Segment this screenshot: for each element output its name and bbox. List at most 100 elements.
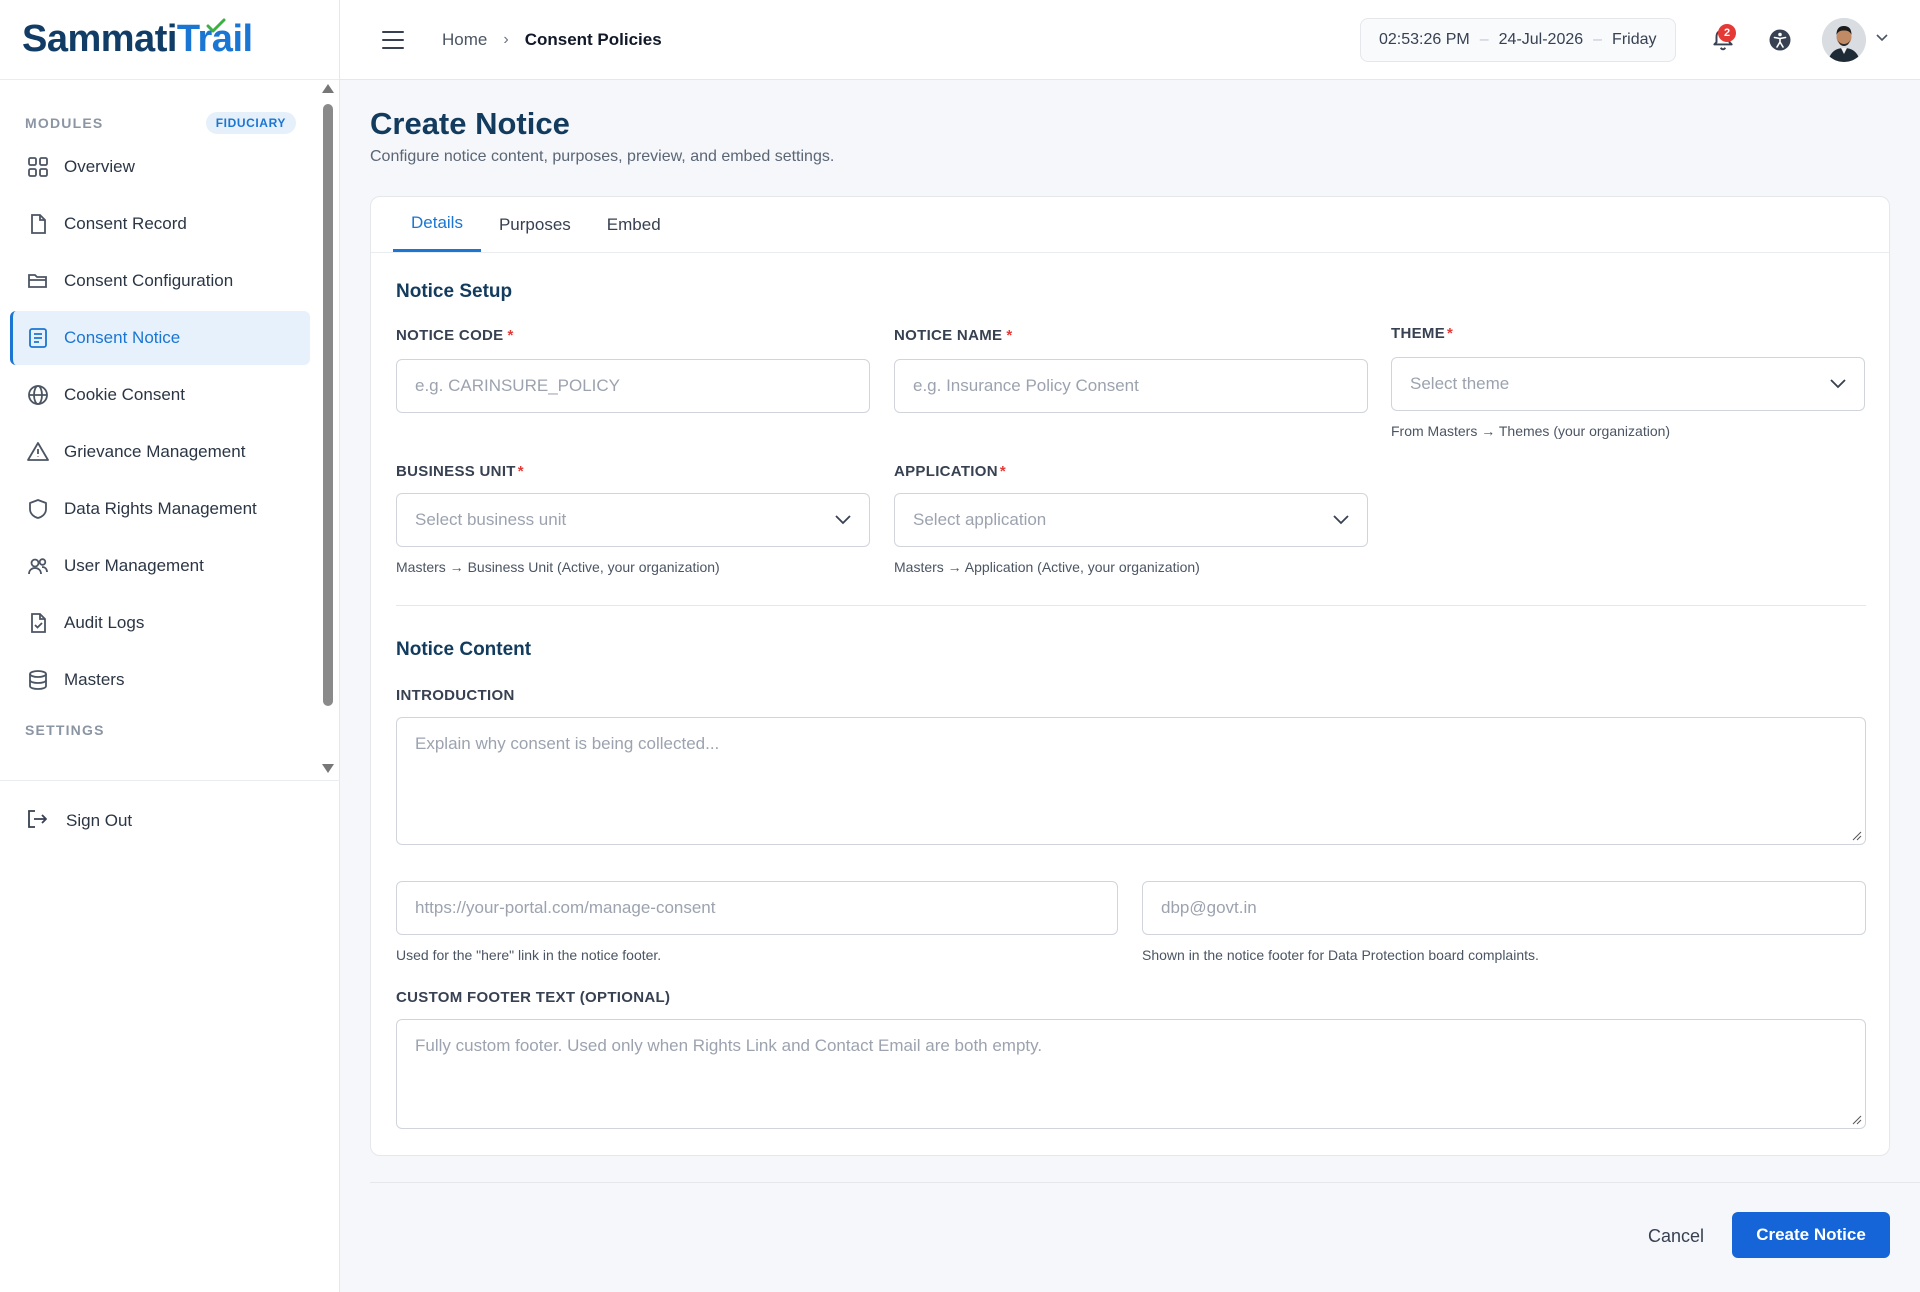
business-unit-select[interactable]: Select business unit [396,493,870,547]
fiduciary-badge: FIDUCIARY [205,112,296,134]
custom-footer-label: CUSTOM FOOTER TEXT (OPTIONAL) [396,989,671,1006]
introduction-textarea[interactable]: Explain why consent is being collected..… [396,717,1866,845]
sidebar-item-consent-configuration[interactable]: Consent Configuration [10,254,310,308]
notice-setup-title: Notice Setup [396,281,513,302]
theme-select[interactable]: Select theme [1391,357,1865,411]
sidebar-nav: MODULES FIDUCIARY Overview Consent Recor… [0,80,340,780]
avatar[interactable] [1822,18,1866,62]
scroll-down-arrow-icon[interactable] [322,764,334,773]
notice-form-card: Details Purposes Embed Notice Setup NOTI… [370,196,1890,1156]
notice-name-label-text: NOTICE NAME [894,327,1003,344]
chevron-down-icon[interactable] [1876,34,1888,42]
sidebar-item-label: Grievance Management [64,442,246,461]
resize-handle-icon[interactable] [1852,831,1862,841]
warning-icon [26,440,50,464]
sidebar-footer: Sign Out [0,780,340,861]
theme-label: THEME * [1391,325,1453,342]
sidebar-item-label: Data Rights Management [64,499,257,518]
notice-code-label-text: NOTICE CODE [396,327,504,344]
tab-details[interactable]: Details [393,197,481,252]
required-marker: * [517,463,524,480]
menu-toggle-icon[interactable] [382,30,404,49]
contact-email-hint: Shown in the notice footer for Data Prot… [1142,947,1539,963]
contact-email-input[interactable]: dbp@govt.in [1142,881,1866,935]
modules-title: MODULES [25,115,104,131]
sidebar-item-data-rights-management[interactable]: Data Rights Management [10,482,310,536]
business-unit-label-text: BUSINESS UNIT [396,463,516,480]
required-marker: * [507,327,514,344]
notice-icon [26,326,50,350]
sign-out-button[interactable]: Sign Out [0,781,340,861]
rights-link-input[interactable]: https://your-portal.com/manage-consent [396,881,1118,935]
business-unit-hint: Masters → Business Unit (Active, your or… [396,559,720,575]
sidebar-item-grievance-management[interactable]: Grievance Management [10,425,310,479]
notification-count-badge: 2 [1718,24,1736,42]
theme-placeholder: Select theme [1410,374,1510,393]
sidebar-item-label: Overview [64,157,135,176]
sidebar-item-label: Masters [64,670,125,689]
rights-link-placeholder: https://your-portal.com/manage-consent [415,898,716,917]
sign-out-label: Sign Out [66,811,133,830]
shield-icon [26,497,50,521]
globe-icon [26,383,50,407]
sidebar-scrollbar[interactable] [322,84,336,778]
sidebar-item-user-management[interactable]: User Management [10,539,310,593]
application-hint: Masters → Application (Active, your orga… [894,559,1200,575]
top-header: Home › Consent Policies 02:53:26 PM – 24… [340,0,1920,80]
file-icon [26,212,50,236]
sidebar-item-label: Consent Record [64,214,187,233]
page-title: Create Notice [370,106,570,141]
file-check-icon [26,611,50,635]
business-unit-label: BUSINESS UNIT * [396,463,524,480]
sidebar: SammatiTrail MODULES FIDUCIARY Overview … [0,0,340,1292]
chevron-down-icon [835,515,851,525]
date-text: 24-Jul-2026 [1498,31,1584,48]
actions-divider [370,1182,1920,1183]
required-marker: * [1447,325,1454,342]
sidebar-item-label: Consent Notice [64,328,181,347]
notice-name-input[interactable]: e.g. Insurance Policy Consent [894,359,1368,413]
scrollbar-thumb[interactable] [323,104,333,706]
sidebar-item-cookie-consent[interactable]: Cookie Consent [10,368,310,422]
sidebar-item-consent-record[interactable]: Consent Record [10,197,310,251]
brand-check-icon [206,18,226,33]
contact-email-placeholder: dbp@govt.in [1161,898,1257,917]
resize-handle-icon[interactable] [1852,1115,1862,1125]
required-marker: * [1006,327,1013,344]
folder-icon [26,269,50,293]
custom-footer-textarea[interactable]: Fully custom footer. Used only when Righ… [396,1019,1866,1129]
sidebar-item-label: Audit Logs [64,613,145,632]
notice-name-label: NOTICE NAME * [894,327,1012,344]
sidebar-item-consent-notice[interactable]: Consent Notice [10,311,310,365]
tab-embed[interactable]: Embed [589,197,679,253]
users-icon [26,554,50,578]
page-subtitle: Configure notice content, purposes, prev… [370,148,835,165]
notice-code-input[interactable]: e.g. CARINSURE_POLICY [396,359,870,413]
brand-name-part1: Sammati [22,18,177,60]
chevron-down-icon [1830,379,1846,389]
sidebar-item-label: Consent Configuration [64,271,234,290]
day-text: Friday [1612,31,1657,48]
sidebar-item-audit-logs[interactable]: Audit Logs [10,596,310,650]
sidebar-item-masters[interactable]: Masters [10,653,310,707]
business-unit-placeholder: Select business unit [415,510,567,529]
settings-header: SETTINGS [0,713,340,747]
application-placeholder: Select application [913,510,1047,529]
application-select[interactable]: Select application [894,493,1368,547]
breadcrumb-current: Consent Policies [524,29,662,49]
create-notice-button[interactable]: Create Notice [1732,1212,1890,1258]
tab-bar: Details Purposes Embed [371,197,1889,253]
application-label-text: APPLICATION [894,463,998,480]
accessibility-icon[interactable] [1768,28,1792,52]
database-icon [26,668,50,692]
sidebar-item-label: User Management [64,556,204,575]
cancel-button[interactable]: Cancel [1624,1214,1728,1258]
notice-code-label: NOTICE CODE * [396,327,514,344]
breadcrumb-home[interactable]: Home [442,30,487,50]
tab-purposes[interactable]: Purposes [481,197,589,253]
scroll-up-arrow-icon[interactable] [322,84,334,93]
time-text: 02:53:26 PM [1379,31,1470,48]
notice-code-placeholder: e.g. CARINSURE_POLICY [415,376,621,395]
brand-logo[interactable]: SammatiTrail [0,0,339,80]
sidebar-item-overview[interactable]: Overview [10,140,310,194]
